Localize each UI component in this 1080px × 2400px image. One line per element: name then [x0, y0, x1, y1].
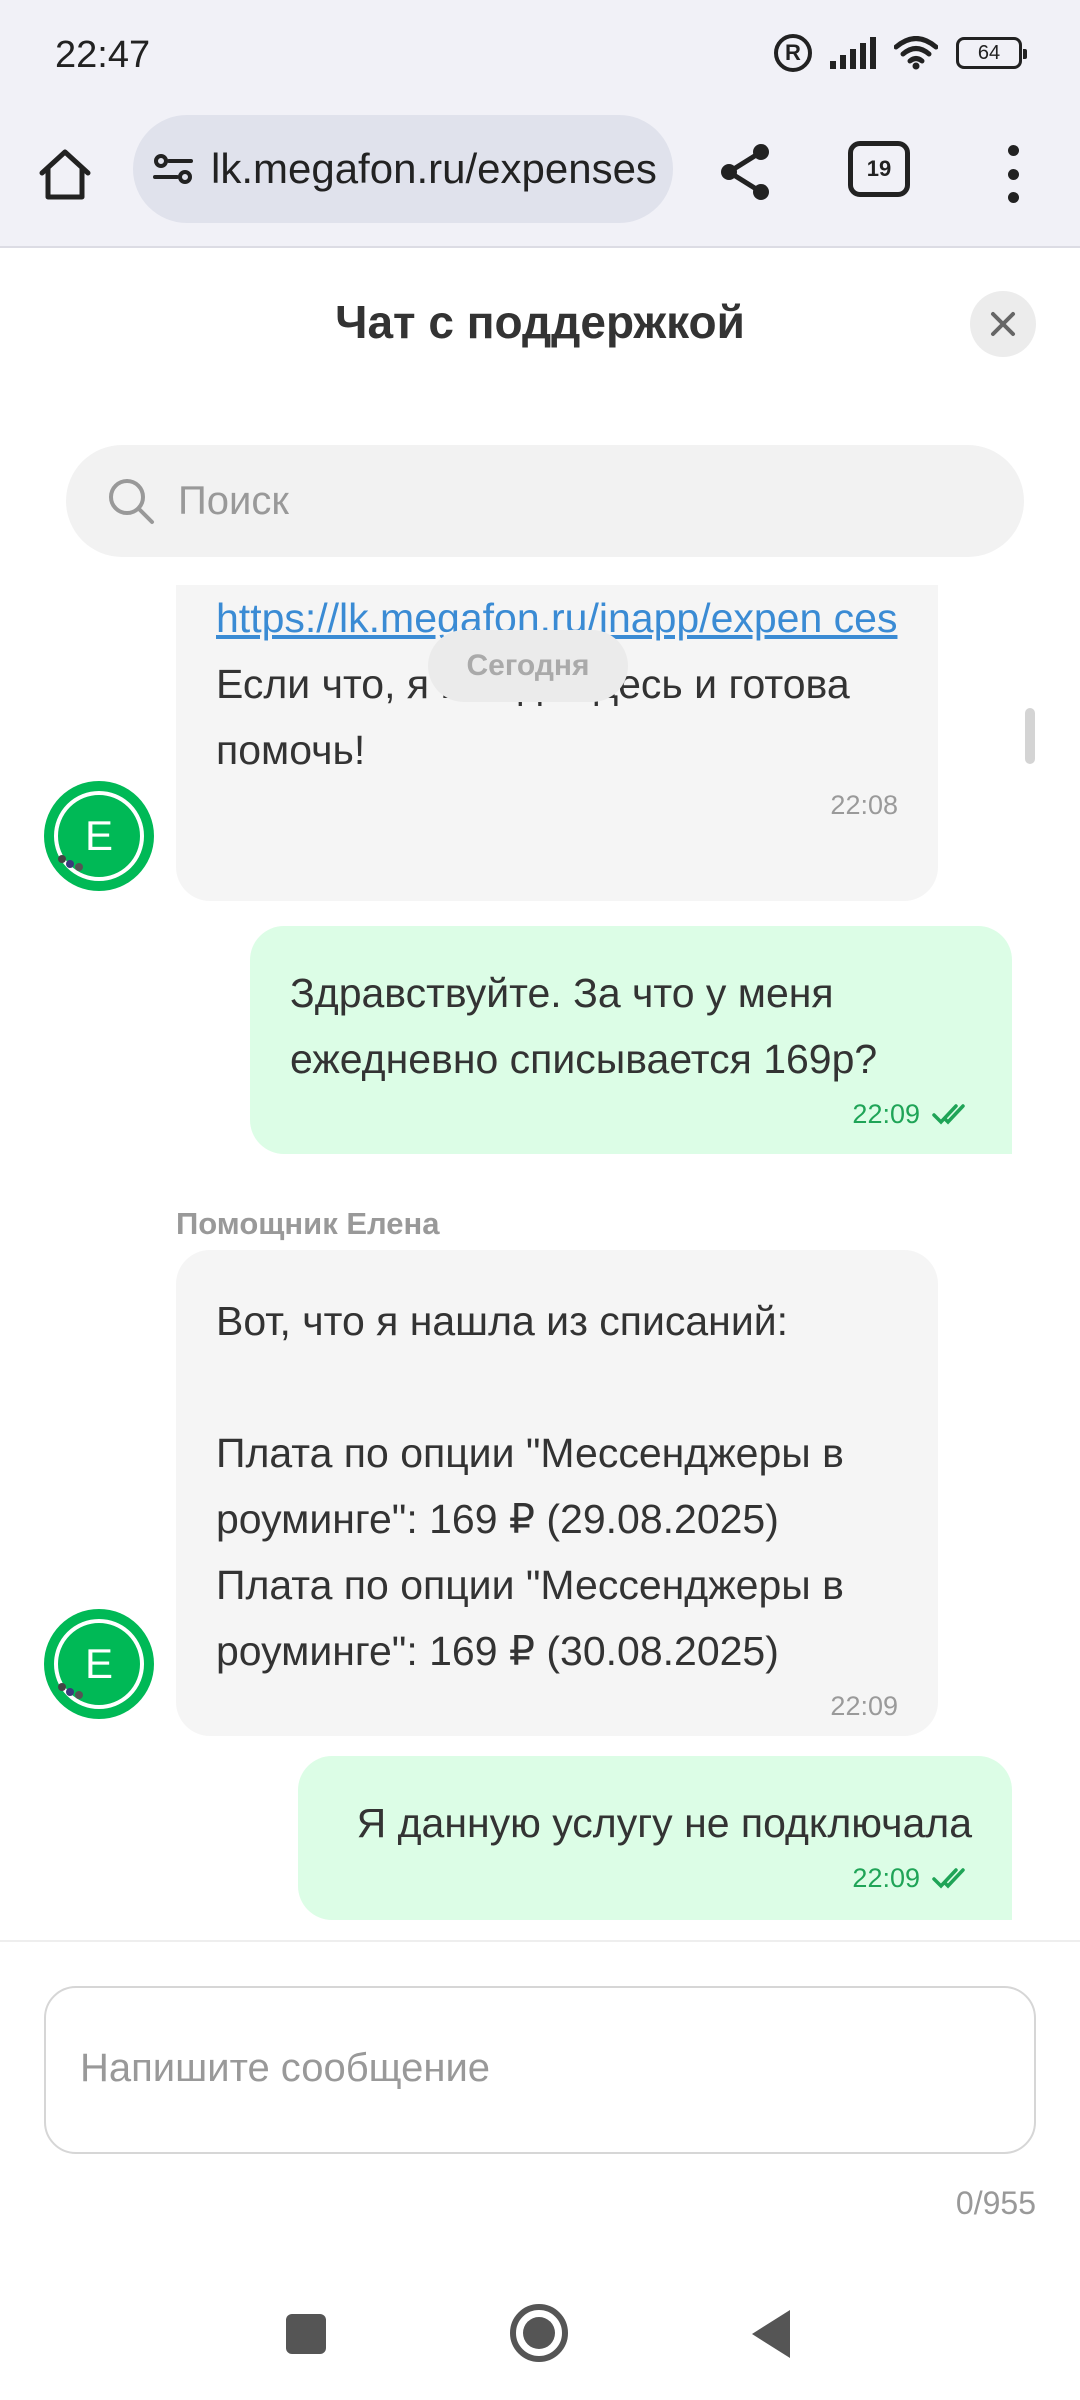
more-menu-button[interactable] — [990, 139, 1036, 209]
site-settings-icon[interactable] — [153, 152, 193, 186]
wifi-icon — [894, 36, 938, 70]
message-time: 22:09 — [830, 1691, 898, 1721]
share-button[interactable] — [710, 137, 780, 207]
browser-toolbar: lk.megafon.ru/expenses 19 — [0, 115, 1080, 248]
message-time: 22:09 — [852, 1863, 920, 1893]
composer-divider — [0, 1940, 1080, 1942]
system-nav-bar — [0, 2270, 1080, 2400]
message-text: Плата по опции "Мессенджеры в роуминге":… — [216, 1430, 844, 1542]
message-text: ежедневно списывается 169р? — [290, 1036, 878, 1082]
chat-title: Чат с поддержкой — [335, 296, 745, 348]
home-icon — [39, 149, 91, 200]
avatar-status-icon — [58, 855, 83, 871]
double-check-icon — [932, 1868, 965, 1889]
date-separator: Сегодня — [428, 630, 628, 702]
sender-name: Помощник Елена — [176, 1206, 440, 1241]
share-icon — [721, 144, 769, 200]
message-incoming: Вот, что я нашла из списаний: Плата по о… — [176, 1250, 938, 1736]
chat-scrollbar[interactable] — [1025, 708, 1035, 764]
status-bar: 22:47 R 64 — [0, 0, 1080, 115]
message-text: Здравствуйте. За что у меня — [290, 970, 834, 1016]
assistant-avatar: Е — [44, 781, 154, 891]
message-meta: 22:09 — [216, 1688, 898, 1724]
message-meta: 22:09 — [338, 1860, 972, 1896]
avatar-status-icon — [58, 1683, 83, 1699]
message-text: Вот, что я нашла из списаний: — [216, 1298, 789, 1344]
tabs-button[interactable]: 19 — [848, 141, 910, 197]
message-list[interactable]: https://lk.megafon.ru/inapp/expen ces Ес… — [0, 585, 1080, 1940]
search-icon — [109, 479, 154, 524]
back-button[interactable] — [752, 2310, 790, 2358]
close-chat-button[interactable] — [970, 291, 1036, 357]
message-meta: 22:09 — [290, 1096, 972, 1132]
close-icon — [991, 312, 1015, 336]
avatar-letter: Е — [84, 1640, 113, 1687]
message-input[interactable] — [80, 2040, 1000, 2100]
search-input[interactable] — [178, 478, 978, 524]
recents-button[interactable] — [286, 2314, 326, 2354]
message-outgoing: Здравствуйте. За что у меня ежедневно сп… — [250, 926, 1012, 1154]
roaming-icon: R — [774, 34, 812, 72]
message-time: 22:08 — [830, 790, 898, 820]
character-counter: 0/955 — [955, 2185, 1036, 2221]
double-check-icon — [932, 1104, 965, 1125]
message-outgoing: Я данную услугу не подключала 22:09 — [298, 1756, 1012, 1920]
home-nav-button[interactable] — [510, 2304, 568, 2362]
message-text: Плата по опции "Мессенджеры в роуминге":… — [216, 1562, 844, 1674]
message-time: 22:09 — [852, 1099, 920, 1129]
avatar-letter: Е — [84, 812, 113, 859]
search-box[interactable] — [66, 445, 1024, 557]
status-icons: R 64 — [774, 34, 1027, 72]
url-text: lk.megafon.ru/expenses — [211, 145, 657, 192]
address-bar[interactable]: lk.megafon.ru/expenses — [133, 115, 673, 223]
battery-icon: 64 — [956, 37, 1027, 69]
home-button[interactable] — [30, 139, 100, 209]
message-meta: 22:08 — [216, 787, 898, 823]
message-text: Я данную услугу не подключала — [356, 1800, 972, 1846]
message-composer[interactable] — [44, 1986, 1036, 2154]
signal-icon — [830, 37, 876, 69]
status-time: 22:47 — [55, 34, 151, 76]
assistant-avatar: Е — [44, 1609, 154, 1719]
